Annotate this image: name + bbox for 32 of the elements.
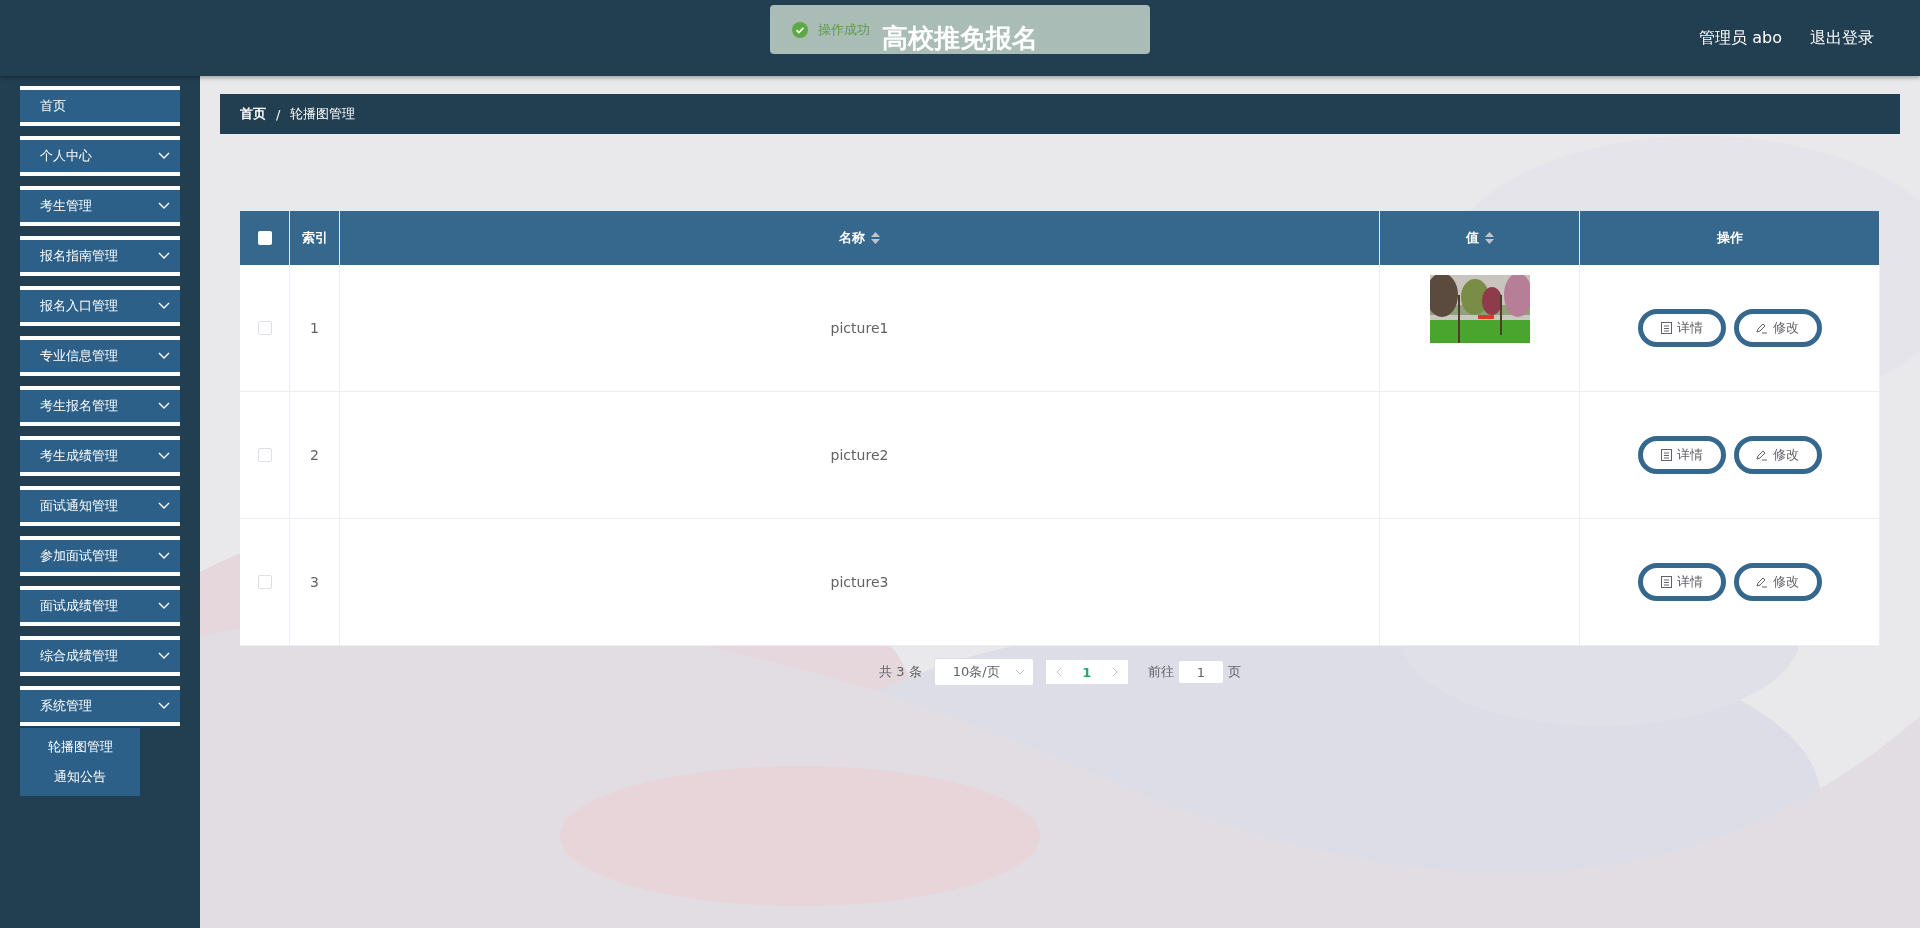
site-title: 高校推免报名 [882, 21, 1038, 55]
menu-item[interactable]: 考生成绩管理 [20, 436, 180, 476]
menu-item[interactable]: 面试成绩管理 [20, 586, 180, 626]
menu-item[interactable]: 报名指南管理 [20, 236, 180, 276]
chevron-down-icon [158, 602, 170, 610]
chevron-down-icon [158, 402, 170, 410]
logout-link[interactable]: 退出登录 [1810, 27, 1874, 49]
chevron-down-icon [158, 552, 170, 560]
menu-item[interactable]: 报名入口管理 [20, 286, 180, 326]
chevron-down-icon [158, 152, 170, 160]
chevron-down-icon [158, 702, 170, 710]
user-name: 管理员 abo [1699, 27, 1782, 49]
menu-item[interactable]: 面试通知管理 [20, 486, 180, 526]
menu-item[interactable]: 个人中心 [20, 136, 180, 176]
toast-message: 操作成功 [818, 20, 870, 39]
chevron-down-icon [158, 302, 170, 310]
submenu-item[interactable]: 轮播图管理 [20, 732, 140, 762]
chevron-down-icon [158, 252, 170, 260]
menu-item[interactable]: 参加面试管理 [20, 536, 180, 576]
menu-item[interactable]: 专业信息管理 [20, 336, 180, 376]
menu-item[interactable]: 考生管理 [20, 186, 180, 226]
menu-item[interactable]: 系统管理 [20, 686, 180, 726]
submenu-item[interactable]: 通知公告 [20, 762, 140, 792]
menu-item[interactable]: 综合成绩管理 [20, 636, 180, 676]
chevron-down-icon [158, 452, 170, 460]
check-circle-icon [792, 21, 808, 38]
menu-item[interactable]: 首页 [20, 86, 180, 126]
chevron-down-icon [158, 202, 170, 210]
chevron-down-icon [158, 652, 170, 660]
menu-item[interactable]: 考生报名管理 [20, 386, 180, 426]
chevron-down-icon [158, 352, 170, 360]
chevron-down-icon [158, 502, 170, 510]
